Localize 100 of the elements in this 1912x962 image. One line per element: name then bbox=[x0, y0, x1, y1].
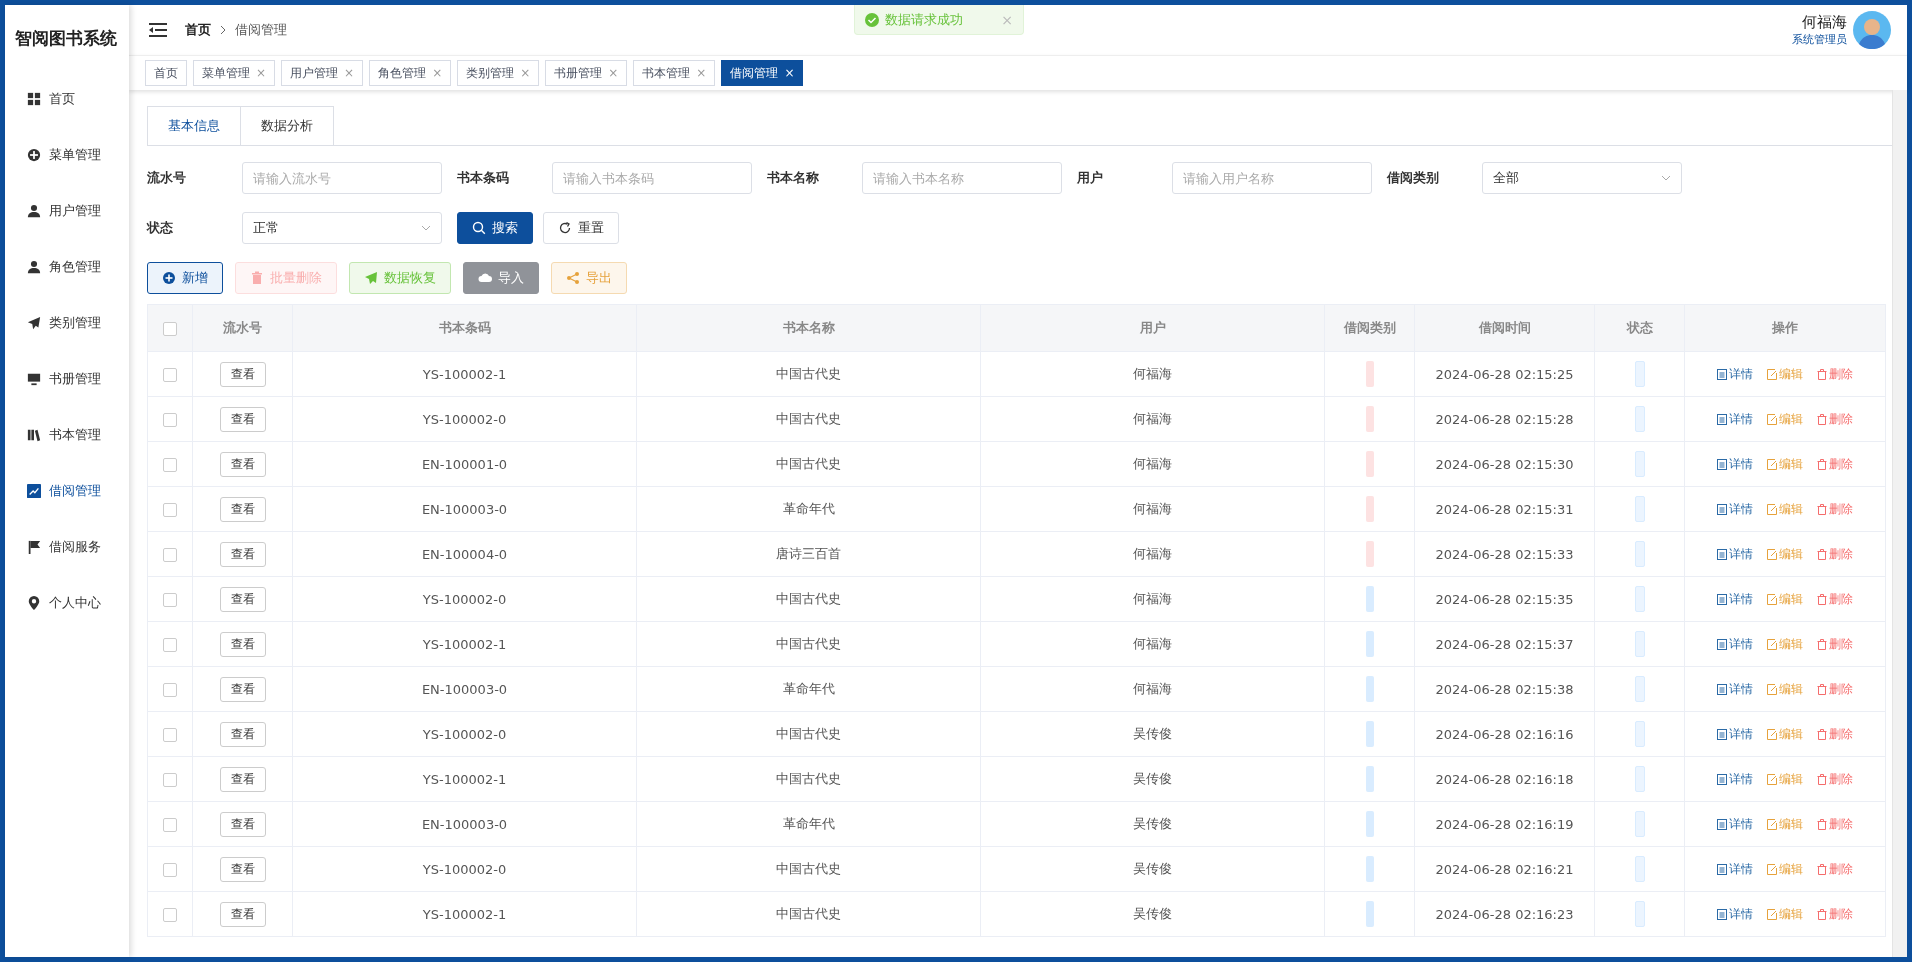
row-checkbox[interactable] bbox=[163, 367, 177, 382]
text-field[interactable]: 请输入书本名称 bbox=[862, 162, 1062, 194]
sidebar-item[interactable]: 菜单管理 bbox=[5, 127, 129, 183]
row-action-link[interactable]: 删除 bbox=[1817, 500, 1853, 518]
view-button[interactable]: 查看 bbox=[219, 811, 266, 837]
menu-icon[interactable] bbox=[149, 23, 167, 37]
table-cell: 吴传俊 bbox=[980, 891, 1325, 937]
row-action-link[interactable]: 详情 bbox=[1717, 455, 1753, 473]
page-tab[interactable]: 用户管理 × bbox=[281, 60, 364, 86]
page-tab[interactable]: 借阅管理 × bbox=[721, 60, 804, 86]
row-checkbox[interactable] bbox=[163, 457, 177, 472]
trash-icon bbox=[250, 271, 264, 285]
row-action-link[interactable]: 删除 bbox=[1817, 410, 1853, 428]
row-action-link[interactable]: 详情 bbox=[1717, 365, 1753, 383]
select-all-checkbox[interactable] bbox=[163, 321, 177, 336]
row-action-link[interactable]: 详情 bbox=[1717, 725, 1753, 743]
row-action-link[interactable]: 删除 bbox=[1817, 365, 1853, 383]
sidebar-item[interactable]: 书本管理 bbox=[5, 407, 129, 463]
search-button[interactable]: 搜索 bbox=[457, 212, 533, 244]
sidebar-item[interactable]: 角色管理 bbox=[5, 239, 129, 295]
content-tab[interactable]: 数据分析 bbox=[240, 106, 334, 145]
text-field[interactable]: 请输入流水号 bbox=[242, 162, 442, 194]
row-checkbox[interactable] bbox=[163, 502, 177, 517]
sidebar-item[interactable]: 借阅管理 bbox=[5, 463, 129, 519]
page-tab[interactable]: 书册管理 × bbox=[545, 60, 628, 86]
view-button[interactable]: 查看 bbox=[219, 631, 266, 657]
text-field[interactable]: 请输入书本条码 bbox=[552, 162, 752, 194]
page-tab[interactable]: 角色管理 × bbox=[369, 60, 452, 86]
row-action-link[interactable]: 详情 bbox=[1717, 590, 1753, 608]
dropdown-field[interactable]: 全部 bbox=[1482, 162, 1682, 194]
row-action-link[interactable]: 删除 bbox=[1817, 680, 1853, 698]
view-button[interactable]: 查看 bbox=[219, 766, 266, 792]
table-cell: YS-100002-0 bbox=[292, 846, 637, 892]
table-cell: 中国古代史 bbox=[636, 756, 981, 802]
row-action-link[interactable]: 详情 bbox=[1717, 770, 1753, 788]
view-button[interactable]: 查看 bbox=[219, 721, 266, 747]
dropdown-field[interactable]: 正常 bbox=[242, 212, 442, 244]
row-action-link[interactable]: 删除 bbox=[1817, 635, 1853, 653]
row-action-link[interactable]: 删除 bbox=[1817, 725, 1853, 743]
row-action-link[interactable]: 删除 bbox=[1817, 905, 1853, 923]
sidebar-item[interactable]: 书册管理 bbox=[5, 351, 129, 407]
view-button[interactable]: 查看 bbox=[219, 676, 266, 702]
row-action-link[interactable]: 删除 bbox=[1817, 815, 1853, 833]
row-checkbox[interactable] bbox=[163, 727, 177, 742]
row-action-link[interactable]: 详情 bbox=[1717, 635, 1753, 653]
row-checkbox[interactable] bbox=[163, 547, 177, 562]
view-button[interactable]: 查看 bbox=[219, 496, 266, 522]
action-button[interactable]: 导入 bbox=[463, 262, 539, 294]
row-action-link[interactable]: 删除 bbox=[1817, 860, 1853, 878]
page-tab[interactable]: 首页 bbox=[145, 60, 187, 86]
page-tab[interactable]: 类别管理 × bbox=[457, 60, 540, 86]
content-tab[interactable]: 基本信息 bbox=[147, 106, 241, 145]
check-circle-icon bbox=[865, 12, 879, 27]
row-checkbox[interactable] bbox=[163, 592, 177, 607]
row-action-link[interactable]: 详情 bbox=[1717, 905, 1753, 923]
table-cell: 吴传俊 bbox=[980, 756, 1325, 802]
row-checkbox[interactable] bbox=[163, 637, 177, 652]
view-button[interactable]: 查看 bbox=[219, 541, 266, 567]
view-button[interactable]: 查看 bbox=[219, 361, 266, 387]
row-action-link[interactable]: 详情 bbox=[1717, 500, 1753, 518]
sidebar-item[interactable]: 个人中心 bbox=[5, 575, 129, 631]
row-action-link[interactable]: 详情 bbox=[1717, 410, 1753, 428]
row-action-link[interactable]: 删除 bbox=[1817, 545, 1853, 563]
view-button[interactable]: 查看 bbox=[219, 451, 266, 477]
document-icon bbox=[1717, 548, 1727, 560]
row-action-link[interactable]: 详情 bbox=[1717, 860, 1753, 878]
table-cell: 中国古代史 bbox=[636, 846, 981, 892]
view-button[interactable]: 查看 bbox=[219, 901, 266, 927]
row-checkbox[interactable] bbox=[163, 862, 177, 877]
row-action-link[interactable]: 详情 bbox=[1717, 815, 1753, 833]
reset-button[interactable]: 重置 bbox=[543, 212, 619, 244]
sidebar-item[interactable]: 借阅服务 bbox=[5, 519, 129, 575]
view-button[interactable]: 查看 bbox=[219, 586, 266, 612]
table-cell: 中国古代史 bbox=[636, 396, 981, 442]
view-button[interactable]: 查看 bbox=[219, 856, 266, 882]
sidebar-item[interactable]: 用户管理 bbox=[5, 183, 129, 239]
status-tag bbox=[1634, 361, 1645, 387]
sidebar-item[interactable]: 类别管理 bbox=[5, 295, 129, 351]
view-button[interactable]: 查看 bbox=[219, 406, 266, 432]
row-checkbox[interactable] bbox=[163, 772, 177, 787]
row-action-link[interactable]: 删除 bbox=[1817, 770, 1853, 788]
avatar[interactable] bbox=[1853, 11, 1891, 49]
close-tab-button[interactable]: × bbox=[784, 66, 795, 80]
action-button[interactable]: 新增 bbox=[147, 262, 223, 294]
row-checkbox[interactable] bbox=[163, 907, 177, 922]
row-action-link[interactable]: 删除 bbox=[1817, 455, 1853, 473]
row-action-link[interactable]: 删除 bbox=[1817, 590, 1853, 608]
edit-icon bbox=[1767, 773, 1777, 785]
row-checkbox[interactable] bbox=[163, 682, 177, 697]
row-action-link[interactable]: 详情 bbox=[1717, 680, 1753, 698]
page-tab[interactable]: 书本管理 × bbox=[633, 60, 716, 86]
scrollbar[interactable] bbox=[1892, 90, 1907, 957]
row-action-link[interactable]: 详情 bbox=[1717, 545, 1753, 563]
page-tab[interactable]: 菜单管理 × bbox=[193, 60, 276, 86]
sidebar-item[interactable]: 首页 bbox=[5, 71, 129, 127]
row-checkbox[interactable] bbox=[163, 412, 177, 427]
row-checkbox[interactable] bbox=[163, 817, 177, 832]
document-icon bbox=[1717, 818, 1727, 830]
breadcrumb-link[interactable]: 首页 bbox=[185, 21, 211, 39]
text-field[interactable]: 请输入用户名称 bbox=[1172, 162, 1372, 194]
